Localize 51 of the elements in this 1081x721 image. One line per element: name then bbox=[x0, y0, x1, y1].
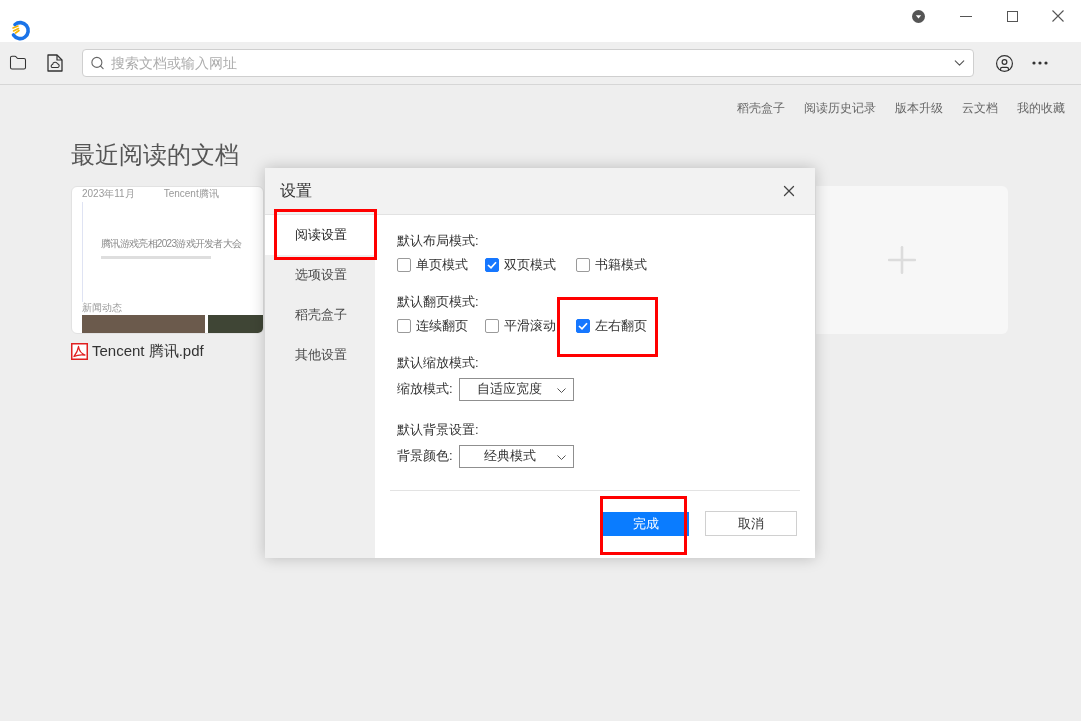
minimize-icon bbox=[960, 15, 972, 17]
caret-circle-icon bbox=[911, 9, 925, 23]
checkbox[interactable] bbox=[485, 319, 499, 333]
checkbox-label[interactable]: 平滑滚动 bbox=[504, 318, 556, 334]
cloud-document-icon bbox=[47, 54, 63, 72]
close-icon bbox=[1052, 10, 1064, 22]
top-link[interactable]: 版本升级 bbox=[895, 99, 943, 117]
pdf-file-icon bbox=[71, 342, 88, 360]
checkbox-label[interactable]: 双页模式 bbox=[504, 257, 556, 273]
dropdown-select[interactable]: 经典模式 bbox=[459, 444, 574, 468]
chevron-down-icon bbox=[557, 387, 566, 393]
dialog-title: 设置 bbox=[280, 180, 312, 201]
checkbox-label[interactable]: 左右翻页 bbox=[595, 318, 647, 334]
field-label: 缩放模式: bbox=[397, 380, 454, 398]
checkbox[interactable] bbox=[485, 258, 499, 272]
checkbox[interactable] bbox=[397, 258, 411, 272]
checkbox-label[interactable]: 连续翻页 bbox=[416, 318, 468, 334]
checkbox[interactable] bbox=[397, 319, 411, 333]
photo-placeholder bbox=[208, 315, 263, 333]
app-logo-icon bbox=[9, 19, 31, 41]
checkbox[interactable] bbox=[576, 258, 590, 272]
chevron-down-icon bbox=[557, 454, 566, 460]
top-link[interactable]: 我的收藏 bbox=[1017, 99, 1065, 117]
section-heading: 默认布局模式: bbox=[397, 233, 479, 249]
thumbnail-text: 新闻动态 bbox=[82, 302, 122, 314]
checkbox-label[interactable]: 书籍模式 bbox=[595, 257, 647, 273]
checkbox[interactable] bbox=[576, 319, 590, 333]
section-heading: 默认缩放模式: bbox=[397, 355, 479, 371]
search-field[interactable]: 搜索文档或输入网址 bbox=[82, 49, 974, 77]
top-link[interactable]: 云文档 bbox=[962, 99, 998, 117]
folder-icon bbox=[9, 54, 27, 72]
document-thumbnail[interactable]: 2023年11月 Tencent腾讯 腾讯游戏亮相2023游戏开发者大会 新闻动态 bbox=[71, 186, 264, 334]
top-link[interactable]: 稻壳盒子 bbox=[737, 99, 785, 117]
search-icon bbox=[90, 55, 105, 71]
confirm-button[interactable]: 完成 bbox=[603, 511, 689, 536]
thumbnail-title: 腾讯游戏亮相2023游戏开发者大会 bbox=[101, 238, 242, 250]
section-heading: 最近阅读的文档 bbox=[71, 140, 239, 170]
more-icon bbox=[1032, 61, 1048, 65]
user-icon bbox=[994, 53, 1014, 73]
section-heading: 默认背景设置: bbox=[397, 422, 479, 438]
document-name[interactable]: Tencent 腾讯.pdf bbox=[92, 342, 204, 360]
sidebar-item[interactable]: 阅读设置 bbox=[265, 215, 375, 255]
thumbnail-text: 2023年11月 bbox=[82, 188, 135, 200]
maximize-icon bbox=[1006, 10, 1018, 22]
field-label: 背景颜色: bbox=[397, 447, 454, 465]
cancel-button[interactable]: 取消 bbox=[705, 511, 797, 536]
checkbox-label[interactable]: 单页模式 bbox=[416, 257, 468, 273]
thumbnail-text: Tencent腾讯 bbox=[163, 188, 219, 200]
dropdown-select[interactable]: 自适应宽度 bbox=[459, 377, 574, 401]
top-link[interactable]: 阅读历史记录 bbox=[804, 99, 876, 117]
section-heading: 默认翻页模式: bbox=[397, 294, 479, 310]
